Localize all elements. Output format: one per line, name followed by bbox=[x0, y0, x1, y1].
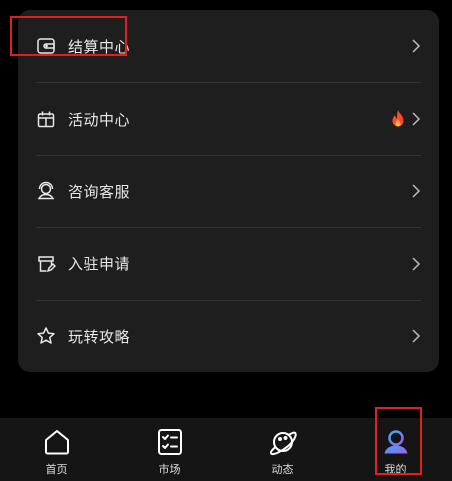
menu-item-label: 入驻申请 bbox=[68, 255, 131, 274]
menu-item-guide[interactable]: 玩转攻略 bbox=[36, 299, 421, 372]
menu-item-settlement-center[interactable]: 结算中心 bbox=[36, 10, 421, 82]
planet-icon bbox=[269, 431, 297, 456]
menu-item-label: 结算中心 bbox=[68, 37, 131, 56]
chevron-right-icon bbox=[411, 39, 421, 53]
tab-mine[interactable]: 我的 bbox=[339, 418, 452, 481]
market-checklist-icon bbox=[157, 429, 182, 455]
application-icon bbox=[36, 254, 56, 274]
chevron-right-icon bbox=[411, 184, 421, 198]
profile-icon bbox=[384, 430, 407, 454]
gift-calendar-icon bbox=[36, 109, 56, 129]
bottom-tab-bar: 首页 市场 动态 我的 bbox=[0, 418, 452, 481]
fire-icon bbox=[389, 109, 407, 129]
menu-item-customer-service[interactable]: 咨询客服 bbox=[36, 154, 421, 227]
tab-feed[interactable]: 动态 bbox=[226, 418, 339, 481]
chevron-right-icon bbox=[411, 329, 421, 343]
profile-screen: 结算中心 活动中心 咨询客服 入驻申请 玩转攻略 首页 市场 动态 我的 bbox=[0, 0, 452, 481]
tab-label: 市场 bbox=[158, 463, 181, 476]
wallet-icon bbox=[36, 36, 56, 56]
tab-label: 动态 bbox=[271, 463, 294, 476]
menu-item-label: 玩转攻略 bbox=[68, 327, 131, 346]
menu-item-activity-center[interactable]: 活动中心 bbox=[36, 82, 421, 154]
tab-label: 首页 bbox=[45, 463, 68, 476]
menu-item-label: 咨询客服 bbox=[68, 182, 131, 201]
customer-service-icon bbox=[36, 181, 56, 201]
tab-market[interactable]: 市场 bbox=[113, 418, 226, 481]
tab-home[interactable]: 首页 bbox=[0, 418, 113, 481]
star-icon bbox=[36, 326, 56, 346]
chevron-right-icon bbox=[411, 257, 421, 271]
chevron-right-icon bbox=[411, 112, 421, 126]
tab-label: 我的 bbox=[384, 463, 407, 476]
menu-item-label: 活动中心 bbox=[68, 110, 131, 129]
home-icon bbox=[44, 430, 69, 455]
menu-item-settle-in-application[interactable]: 入驻申请 bbox=[36, 227, 421, 299]
menu-card: 结算中心 活动中心 咨询客服 入驻申请 玩转攻略 bbox=[18, 10, 439, 372]
